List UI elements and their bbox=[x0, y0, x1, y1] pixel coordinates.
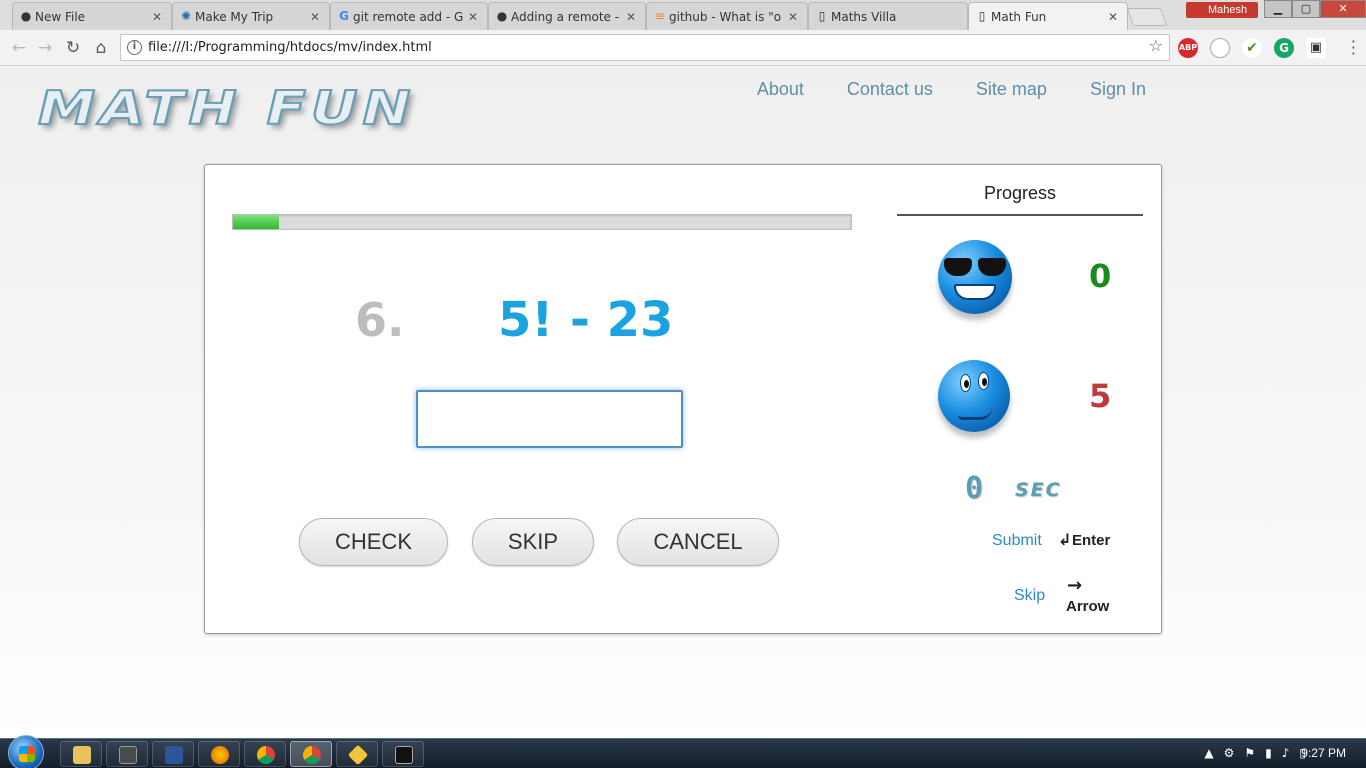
close-icon[interactable]: ✕ bbox=[151, 10, 163, 24]
start-button[interactable] bbox=[8, 735, 44, 768]
quiz-progress-fill bbox=[233, 215, 280, 229]
browser-toolbar: ← → ↻ ⌂ i file:///I:/Programming/htdocs/… bbox=[0, 30, 1366, 66]
extension-icon[interactable] bbox=[1210, 38, 1230, 58]
progress-title: Progress bbox=[897, 183, 1143, 216]
page-icon: ▯ bbox=[818, 9, 826, 23]
cool-smiley-icon bbox=[938, 240, 1012, 314]
react-icon: ✺ bbox=[180, 9, 192, 23]
bookmark-star-icon[interactable]: ☆ bbox=[1149, 36, 1163, 55]
close-icon[interactable]: ✕ bbox=[1107, 10, 1119, 24]
address-bar[interactable]: i file:///I:/Programming/htdocs/mv/index… bbox=[120, 34, 1170, 61]
window-close-icon[interactable]: ✕ bbox=[1320, 0, 1366, 18]
nav-contact-us[interactable]: Contact us bbox=[847, 79, 933, 100]
checkmark-extension-icon[interactable]: ✔ bbox=[1242, 38, 1262, 58]
tab-git-remote[interactable]: G git remote add - G ✕ bbox=[330, 2, 488, 30]
enter-key-icon: ↲ bbox=[1058, 530, 1072, 549]
menu-dots-icon[interactable]: · · · bbox=[1351, 34, 1356, 62]
network-icon[interactable]: ▮ bbox=[1265, 746, 1272, 760]
new-tab-button[interactable] bbox=[1126, 8, 1168, 26]
question-number: 6. bbox=[355, 293, 405, 347]
home-icon[interactable]: ⌂ bbox=[90, 37, 112, 59]
chrome-active-icon[interactable] bbox=[290, 741, 332, 767]
back-arrow-icon[interactable]: ← bbox=[8, 37, 30, 59]
cmd-icon[interactable] bbox=[382, 741, 424, 767]
check-button[interactable]: CHECK bbox=[299, 518, 448, 566]
close-icon[interactable]: ✕ bbox=[625, 10, 637, 24]
nav-about[interactable]: About bbox=[757, 79, 804, 100]
tab-label: Adding a remote - bbox=[511, 9, 620, 24]
nav-sign-in[interactable]: Sign In bbox=[1090, 79, 1146, 100]
tray-flag-icon[interactable]: ⚑ bbox=[1244, 746, 1255, 760]
question-expression: 5! - 23 bbox=[498, 292, 674, 348]
close-icon[interactable]: ✕ bbox=[309, 10, 321, 24]
explorer-icon[interactable] bbox=[60, 741, 102, 767]
tab-label: Make My Trip bbox=[195, 9, 274, 24]
windows-taskbar: ▲ ⚙ ⚑ ▮ ♪ ▯ 9:27 PM bbox=[0, 735, 1366, 768]
tab-label: Math Fun bbox=[991, 9, 1047, 24]
right-arrow-icon: → bbox=[1067, 575, 1083, 596]
stackoverflow-icon: ≡ bbox=[654, 9, 666, 23]
timer-unit: SEC bbox=[1015, 479, 1062, 501]
reload-icon[interactable]: ↻ bbox=[62, 37, 84, 59]
page-content: MATH FUN About Contact us Site map Sign … bbox=[0, 67, 1366, 738]
close-icon[interactable]: ✕ bbox=[467, 10, 479, 24]
smirk-smiley-icon bbox=[938, 360, 1010, 432]
grammarly-icon[interactable]: G bbox=[1274, 38, 1294, 58]
tab-adding-remote[interactable]: ● Adding a remote - ✕ bbox=[488, 2, 646, 30]
taskbar-clock[interactable]: 9:27 PM bbox=[1301, 746, 1346, 760]
close-icon[interactable]: ✕ bbox=[787, 10, 799, 24]
tab-make-my-trip[interactable]: ✺ Make My Trip ✕ bbox=[172, 2, 330, 30]
info-icon[interactable]: i bbox=[127, 40, 142, 55]
sublime-icon[interactable] bbox=[106, 741, 148, 767]
adblock-icon[interactable]: ABP bbox=[1178, 38, 1198, 58]
bus-extension-icon[interactable]: ▣ bbox=[1306, 38, 1326, 58]
profile-badge[interactable]: Mahesh bbox=[1186, 2, 1258, 18]
site-nav: About Contact us Site map Sign In bbox=[714, 79, 1146, 100]
tab-label: github - What is "o bbox=[669, 9, 782, 24]
answer-input[interactable] bbox=[416, 390, 683, 448]
git-icon[interactable] bbox=[336, 741, 378, 767]
tab-math-fun[interactable]: ▯ Math Fun ✕ bbox=[968, 2, 1128, 30]
tab-label: New File bbox=[35, 9, 86, 24]
word-icon[interactable] bbox=[152, 741, 194, 767]
tab-label: git remote add - G bbox=[353, 9, 463, 24]
google-icon: G bbox=[339, 9, 349, 23]
address-url[interactable]: file:///I:/Programming/htdocs/mv/index.h… bbox=[148, 35, 432, 60]
windows-logo-icon bbox=[19, 746, 35, 762]
timer-value: 0 bbox=[965, 471, 984, 506]
window-controls: ▁ ▢ ✕ bbox=[1264, 0, 1366, 18]
wrong-count: 5 bbox=[1089, 377, 1112, 415]
browser-tab-strip: ● New File ✕ ✺ Make My Trip ✕ G git remo… bbox=[0, 0, 1366, 30]
hint-arrow-key: Arrow bbox=[1066, 598, 1110, 615]
minimize-icon[interactable]: ▁ bbox=[1264, 0, 1292, 18]
volume-icon[interactable]: ♪ bbox=[1282, 746, 1290, 760]
hint-submit-label: Submit bbox=[992, 532, 1042, 549]
page-icon: ▯ bbox=[978, 9, 986, 23]
tab-label: Maths Villa bbox=[831, 9, 897, 24]
tray-expand-icon[interactable]: ▲ bbox=[1204, 746, 1213, 760]
tab-new-file[interactable]: ● New File ✕ bbox=[12, 2, 172, 30]
maximize-icon[interactable]: ▢ bbox=[1292, 0, 1320, 18]
site-logo[interactable]: MATH FUN bbox=[37, 80, 416, 136]
forward-arrow-icon[interactable]: → bbox=[34, 37, 56, 59]
system-tray: ▲ ⚙ ⚑ ▮ ♪ ▯ bbox=[1204, 746, 1306, 760]
quiz-card: 6. 5! - 23 CHECK SKIP CANCEL Progress 0 … bbox=[204, 164, 1162, 634]
github-icon: ● bbox=[496, 9, 508, 23]
correct-count: 0 bbox=[1089, 257, 1112, 295]
firefox-icon[interactable] bbox=[198, 741, 240, 767]
hint-enter-key: Enter bbox=[1072, 532, 1111, 549]
cancel-button[interactable]: CANCEL bbox=[617, 518, 779, 566]
nav-site-map[interactable]: Site map bbox=[976, 79, 1047, 100]
hint-skip-label: Skip bbox=[1014, 587, 1046, 604]
skip-button[interactable]: SKIP bbox=[472, 518, 594, 566]
profile-name: Mahesh bbox=[1208, 4, 1248, 16]
github-icon: ● bbox=[20, 9, 32, 23]
tab-maths-villa[interactable]: ▯ Maths Villa bbox=[808, 2, 968, 30]
chrome-icon[interactable] bbox=[244, 741, 286, 767]
tray-app-icon[interactable]: ⚙ bbox=[1224, 746, 1235, 760]
tab-github-what-is[interactable]: ≡ github - What is "o ✕ bbox=[646, 2, 808, 30]
quiz-progress-bar bbox=[232, 214, 852, 230]
